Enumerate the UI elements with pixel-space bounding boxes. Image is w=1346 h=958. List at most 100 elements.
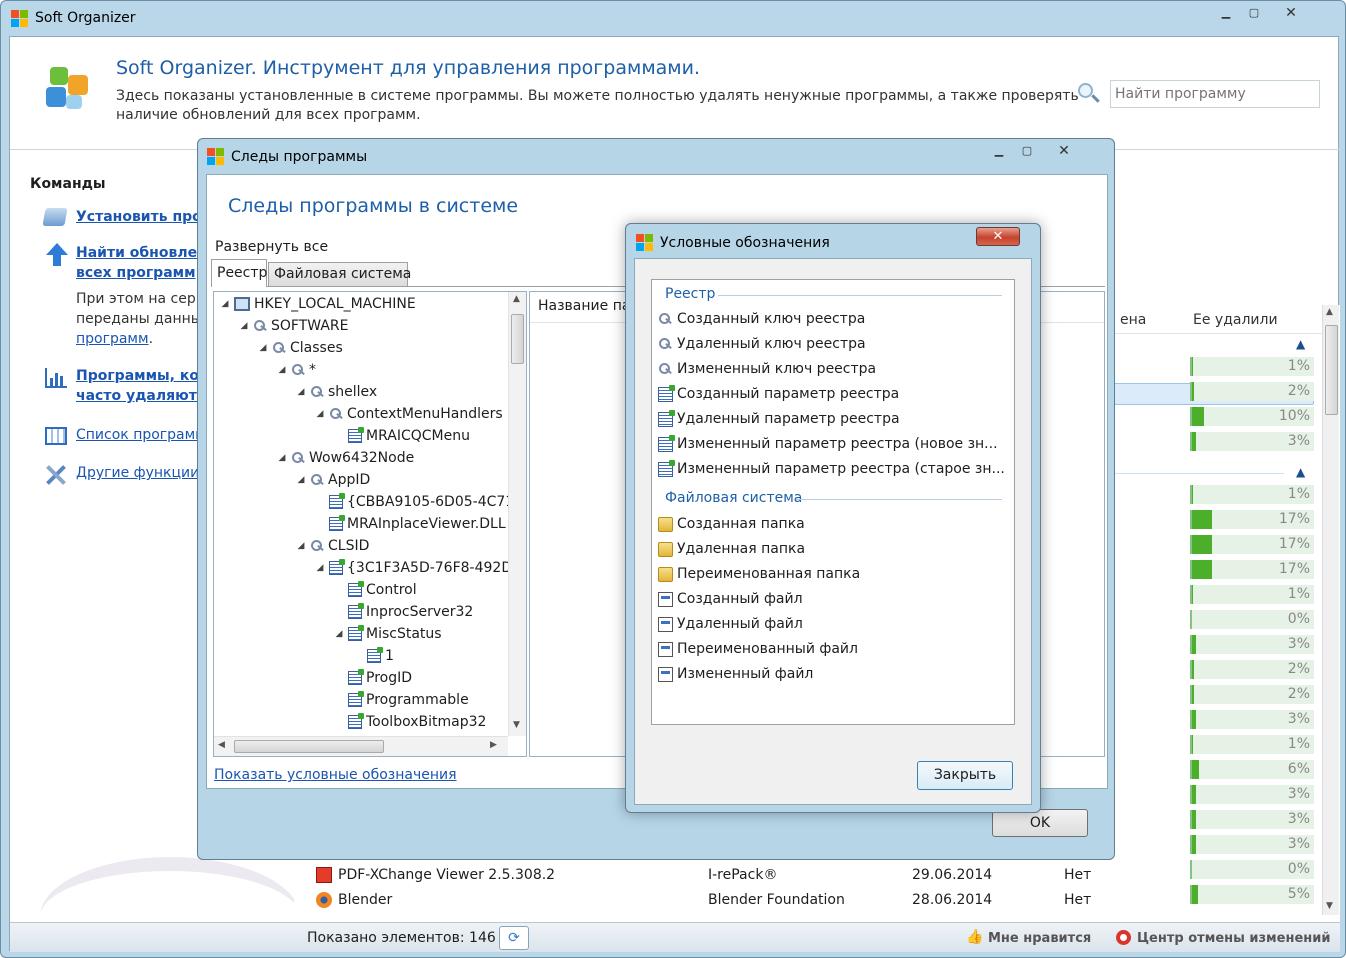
tree-node[interactable]: ◢ {3C1F3A5D-76F8-492D (315, 557, 508, 579)
program-name: Blender (338, 892, 393, 908)
tree-expand-arrow-icon[interactable]: ◢ (315, 563, 325, 573)
search-input[interactable] (1110, 80, 1320, 108)
tree-node[interactable]: InprocServer32 (334, 601, 473, 623)
tree-node[interactable]: MRAICQCMenu (334, 425, 470, 447)
tree-node-label: Programmable (366, 692, 469, 708)
tree-node[interactable]: ◢ Wow6432Node (277, 447, 415, 469)
traces-minimize-button[interactable]: ▁ (986, 143, 1012, 161)
tree-hscroll-thumb[interactable] (234, 740, 384, 753)
removed-percent-label: 3% (1287, 836, 1310, 852)
tree-node[interactable]: ProgID (334, 667, 412, 689)
other-functions-link[interactable]: Другие функции (76, 465, 199, 481)
legend-client: Реестр Созданный ключ реестра Удаленный к… (634, 258, 1032, 805)
expand-all-button[interactable]: Развернуть все (215, 239, 328, 255)
registry-key-icon (291, 451, 305, 465)
tree-scroll-left-icon[interactable]: ◀ (218, 740, 225, 750)
tree-expand-arrow-icon[interactable]: ◢ (220, 299, 230, 309)
status-like-button[interactable]: Мне нравится (988, 931, 1091, 946)
tree-expand-arrow-icon[interactable]: ◢ (277, 453, 287, 463)
tree-scroll-down-icon[interactable]: ▼ (513, 720, 520, 730)
legend-dialog: Условные обозначения ✕ Реестр Созданный … (625, 223, 1041, 813)
scroll-thumb[interactable] (1325, 325, 1338, 415)
tree-expand-arrow-icon[interactable]: ◢ (239, 321, 249, 331)
traces-close-button[interactable]: ✕ (1042, 143, 1086, 161)
find-updates-link-line1[interactable]: Найти обновлени (76, 245, 217, 261)
program-flag: Нет (1064, 892, 1092, 908)
registry-tree[interactable]: ◢ HKEY_LOCAL_MACHINE ◢ SOFTWARE ◢ Classes ◢ * ◢ s… (213, 291, 527, 757)
tree-node-label: shellex (328, 384, 378, 400)
removed-percent-cell: 1% (1190, 357, 1314, 376)
tree-node[interactable]: ◢ ContextMenuHandlers (315, 403, 503, 425)
list-scrollbar[interactable]: ▲ ▼ (1322, 305, 1339, 915)
tree-node[interactable]: ToolboxBitmap32 (334, 711, 486, 733)
tree-node[interactable]: Programmable (334, 689, 469, 711)
program-list-link[interactable]: Список программ (76, 427, 206, 443)
program-row[interactable]: PDF-XChange Viewer 2.5.308.2 I-rePack® 2… (316, 865, 1136, 887)
registry-value-icon (329, 559, 345, 575)
close-button[interactable]: ✕ (1269, 5, 1313, 23)
tree-expand-arrow-icon[interactable]: ◢ (296, 475, 306, 485)
removed-percent-label: 3% (1287, 711, 1310, 727)
column-header-name[interactable]: Название па (538, 298, 630, 314)
tree-scroll-up-icon[interactable]: ▲ (513, 294, 520, 304)
status-undo-center-button[interactable]: Центр отмены изменений (1137, 931, 1331, 946)
legend-close-x-button[interactable]: ✕ (976, 227, 1020, 246)
traces-maximize-button[interactable]: ▢ (1014, 143, 1040, 161)
show-legend-link[interactable]: Показать условные обозначения (214, 767, 457, 783)
legend-close-button[interactable]: Закрыть (917, 761, 1013, 790)
removed-percent-cell: 10% (1190, 407, 1314, 426)
removed-percent-label: 3% (1287, 786, 1310, 802)
removed-percent-cell: 17% (1190, 535, 1314, 554)
program-publisher: Blender Foundation (708, 892, 845, 908)
tree-expand-arrow-icon[interactable]: ◢ (296, 387, 306, 397)
tree-expand-arrow-icon[interactable]: ◢ (258, 343, 268, 353)
legend-fs-item: Созданный файл (658, 588, 803, 610)
removed-percent-label: 17% (1278, 536, 1310, 552)
removed-percent-label: 5% (1287, 886, 1310, 902)
removed-percent-cell: 3% (1190, 710, 1314, 729)
program-date: 28.06.2014 (912, 892, 993, 908)
registry-value-icon (348, 603, 364, 619)
registry-value-icon (367, 647, 383, 663)
tree-expand-arrow-icon[interactable]: ◢ (334, 629, 344, 639)
legend-registry-item: Удаленный ключ реестра (658, 333, 866, 355)
tree-node[interactable]: ◢ shellex (296, 381, 378, 403)
tree-node[interactable]: ◢ SOFTWARE (239, 315, 349, 337)
removed-percent-bar (1192, 585, 1193, 604)
tree-hscroll[interactable]: ◀ ▶ (214, 736, 508, 756)
traces-window-title: Следы программы (231, 149, 368, 165)
tree-node[interactable]: MRAInplaceViewer.DLL (315, 513, 506, 535)
tree-node[interactable]: ◢ HKEY_LOCAL_MACHINE (220, 293, 416, 315)
removed-percent-label: 2% (1287, 686, 1310, 702)
tab-registry[interactable]: Реестр (211, 259, 267, 287)
minimize-button[interactable]: ▁ (1213, 5, 1239, 23)
tree-node[interactable]: ◢ * (277, 359, 316, 381)
tree-expand-arrow-icon[interactable]: ◢ (315, 409, 325, 419)
tab-filesystem[interactable]: Файловая система (268, 262, 411, 286)
tree-node[interactable]: Control (334, 579, 417, 601)
refresh-button[interactable]: ⟳ (499, 926, 529, 950)
removed-percent-bar (1192, 760, 1199, 779)
scroll-down-icon[interactable]: ▼ (1326, 901, 1333, 911)
tree-node[interactable]: 1 (353, 645, 394, 667)
tree-node[interactable]: {CBBA9105-6D05-4C71 (315, 491, 508, 513)
find-updates-link-line2[interactable]: всех программ (76, 265, 196, 281)
often-removed-link-line1[interactable]: Программы, кото (76, 368, 217, 384)
tree-scroll-right-icon[interactable]: ▶ (490, 740, 497, 750)
tree-node[interactable]: ◢ MiscStatus (334, 623, 442, 645)
program-publisher: I-rePack® (708, 867, 778, 883)
registry-value-icon (329, 493, 345, 509)
program-row[interactable]: Blender Blender Foundation 28.06.2014 Не… (316, 890, 1136, 912)
tree-node[interactable]: ◢ Classes (258, 337, 343, 359)
tree-expand-arrow-icon[interactable]: ◢ (296, 541, 306, 551)
tree-expand-arrow-icon[interactable]: ◢ (277, 365, 287, 375)
tree-node[interactable]: ◢ AppID (296, 469, 371, 491)
tree-node[interactable]: ◢ CLSID (296, 535, 370, 557)
tree-node-label: {3C1F3A5D-76F8-492D (347, 560, 508, 576)
programs-link[interactable]: программ (76, 331, 149, 347)
ok-button[interactable]: OK (992, 809, 1088, 837)
maximize-button[interactable]: ▢ (1241, 5, 1267, 23)
tree-vscroll[interactable]: ▲ ▼ (508, 292, 526, 736)
tree-vscroll-thumb[interactable] (511, 314, 524, 364)
scroll-up-icon[interactable]: ▲ (1326, 307, 1333, 317)
